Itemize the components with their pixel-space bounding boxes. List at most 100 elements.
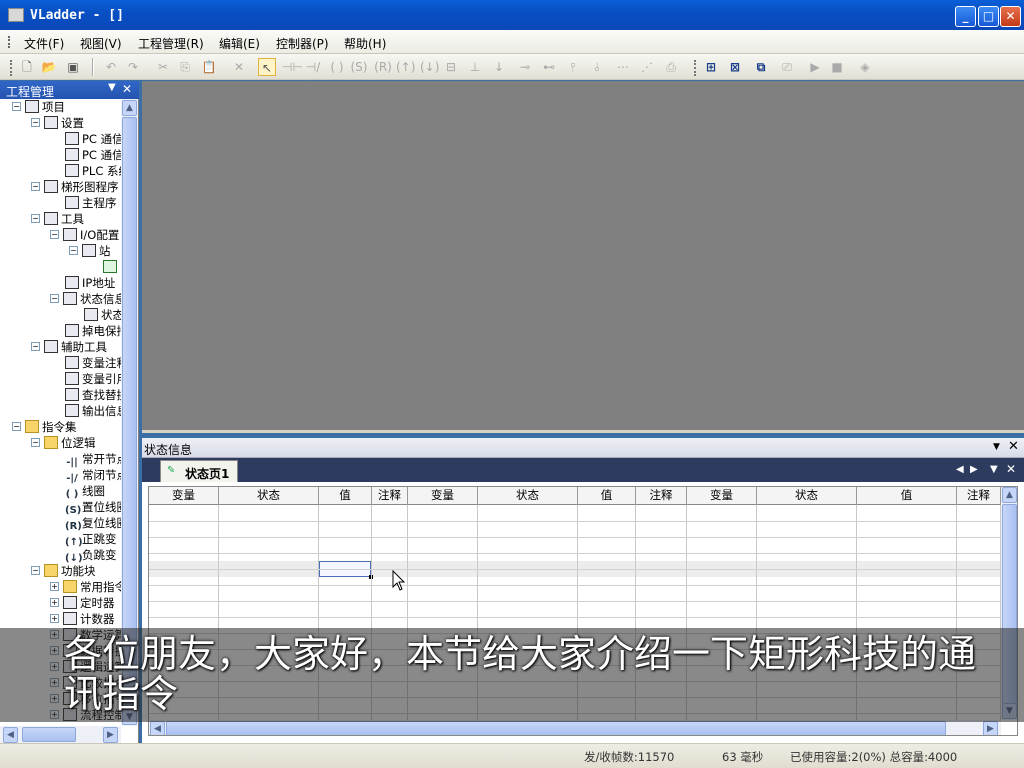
close-icon[interactable]: ✕ bbox=[122, 82, 132, 96]
column-header[interactable]: 值 bbox=[857, 487, 957, 505]
scroll-thumb[interactable] bbox=[22, 727, 76, 742]
copy-icon[interactable]: ⎘ bbox=[176, 58, 194, 76]
vline-icon[interactable]: ↓ bbox=[490, 58, 508, 76]
column-header[interactable]: 状态 bbox=[757, 487, 857, 505]
tab-next-icon[interactable]: ▶ bbox=[970, 464, 978, 475]
cut-icon[interactable]: ✂ bbox=[154, 58, 172, 76]
delete-column-icon[interactable]: ⋰ bbox=[638, 58, 656, 76]
diagnose-icon[interactable]: ◈ bbox=[856, 58, 874, 76]
collapse-icon[interactable]: − bbox=[31, 214, 40, 223]
column-header[interactable]: 变量 bbox=[687, 487, 757, 505]
collapse-icon[interactable]: − bbox=[50, 230, 59, 239]
tree-item[interactable]: -|/常闭节点 bbox=[50, 467, 121, 484]
insert-column-icon[interactable]: ⫰ bbox=[588, 58, 606, 76]
tree-item[interactable]: − 设置 bbox=[31, 115, 84, 131]
column-header[interactable]: 变量 bbox=[149, 487, 219, 505]
tree-item[interactable]: 主程序 bbox=[50, 195, 117, 211]
pin-icon[interactable]: ▼ bbox=[108, 82, 116, 93]
reset-coil-icon[interactable]: (R) bbox=[374, 58, 392, 76]
tree-item[interactable]: 掉电保持 bbox=[50, 323, 121, 339]
tree-item[interactable]: − 项目 bbox=[12, 99, 65, 115]
stop-icon[interactable]: ■ bbox=[828, 58, 846, 76]
tree-item[interactable]: − I/O配置 bbox=[50, 227, 119, 243]
tree-item[interactable] bbox=[88, 259, 120, 275]
scroll-up-icon[interactable]: ▲ bbox=[1002, 487, 1017, 503]
save-all-icon[interactable]: ▣ bbox=[64, 58, 82, 76]
tree-item[interactable]: 查找替换 bbox=[50, 387, 121, 403]
column-header[interactable]: 值 bbox=[319, 487, 372, 505]
scroll-up-icon[interactable]: ▲ bbox=[122, 100, 137, 116]
delete-row-icon[interactable]: ⋯ bbox=[614, 58, 632, 76]
expand-icon[interactable]: + bbox=[50, 598, 59, 607]
expand-icon[interactable]: + bbox=[50, 614, 59, 623]
tree-item[interactable]: − 功能块 bbox=[31, 563, 96, 579]
column-header[interactable]: 状态 bbox=[219, 487, 319, 505]
online-monitor-icon[interactable]: ⧉ bbox=[752, 58, 770, 76]
tree-item[interactable]: − 站 bbox=[69, 243, 111, 259]
delete-icon[interactable]: ✕ bbox=[230, 58, 248, 76]
tab-prev-icon[interactable]: ◀ bbox=[956, 464, 964, 475]
status-grid-hscroll[interactable]: ◀ ▶ bbox=[149, 720, 1001, 735]
set-coil-icon[interactable]: (S) bbox=[350, 58, 368, 76]
scroll-thumb[interactable] bbox=[122, 117, 137, 707]
tab-menu-icon[interactable]: ▼ bbox=[990, 464, 998, 475]
tree-item[interactable]: − 工具 bbox=[31, 211, 84, 227]
function-block-icon[interactable]: ⊟ bbox=[442, 58, 460, 76]
editor-workspace[interactable] bbox=[142, 81, 1024, 433]
tree-item[interactable]: ( ) 线圈 bbox=[50, 483, 105, 500]
menu-project[interactable]: 工程管理(R) bbox=[138, 35, 204, 52]
collapse-icon[interactable]: − bbox=[31, 342, 40, 351]
column-header[interactable]: 注释 bbox=[957, 487, 1001, 505]
new-file-icon[interactable]: 🗋 bbox=[18, 58, 36, 76]
no-contact-icon[interactable]: ⊣⊢ bbox=[282, 58, 303, 76]
coil-icon[interactable]: ( ) bbox=[328, 58, 346, 76]
menu-help[interactable]: 帮助(H) bbox=[344, 35, 386, 52]
menu-controller[interactable]: 控制器(P) bbox=[276, 35, 329, 52]
select-pointer-icon[interactable]: ↖ bbox=[258, 58, 276, 76]
collapse-icon[interactable]: − bbox=[31, 118, 40, 127]
redo-icon[interactable]: ↷ bbox=[124, 58, 142, 76]
column-header[interactable]: 状态 bbox=[478, 487, 578, 505]
tree-item[interactable]: + 计数器 bbox=[50, 611, 115, 627]
tree-item[interactable]: (R)复位线圈 bbox=[50, 515, 121, 532]
branch-icon[interactable]: ⊸ bbox=[516, 58, 534, 76]
close-button[interactable]: ✕ bbox=[1000, 6, 1021, 27]
print-icon[interactable]: ⎙ bbox=[662, 58, 680, 76]
tree-item[interactable]: (↑)正跳变 bbox=[50, 531, 117, 548]
pos-edge-icon[interactable]: (↑) bbox=[396, 58, 415, 76]
collapse-icon[interactable]: − bbox=[31, 438, 40, 447]
undo-icon[interactable]: ↶ bbox=[102, 58, 120, 76]
insert-row-icon[interactable]: ⫯ bbox=[564, 58, 582, 76]
branch-close-icon[interactable]: ⊷ bbox=[540, 58, 558, 76]
download-icon[interactable]: ⊠ bbox=[726, 58, 744, 76]
tree-item[interactable]: (S)置位线圈 bbox=[50, 499, 121, 516]
scroll-left-icon[interactable]: ◀ bbox=[150, 721, 165, 735]
tree-item[interactable]: 变量注释 bbox=[50, 355, 121, 371]
tree-item[interactable]: − 指令集 bbox=[12, 419, 77, 435]
project-tree-hscroll[interactable]: ◀ ▶ bbox=[0, 726, 121, 743]
tree-item[interactable]: 输出信息 bbox=[50, 403, 121, 419]
tree-item[interactable]: PC 通信 bbox=[50, 131, 121, 147]
collapse-icon[interactable]: − bbox=[12, 422, 21, 431]
neg-edge-icon[interactable]: (↓) bbox=[420, 58, 439, 76]
tree-item[interactable]: 状态页 bbox=[69, 307, 121, 323]
scroll-thumb[interactable] bbox=[166, 721, 946, 735]
tab-status-page-1[interactable]: ✎ 状态页1 bbox=[160, 460, 238, 482]
maximize-button[interactable]: □ bbox=[978, 6, 999, 27]
tree-item[interactable]: (↓)负跳变 bbox=[50, 547, 117, 564]
collapse-icon[interactable]: − bbox=[12, 102, 21, 111]
scroll-left-icon[interactable]: ◀ bbox=[3, 727, 18, 743]
expand-icon[interactable]: + bbox=[50, 582, 59, 591]
tree-item[interactable]: + 定时器 bbox=[50, 595, 115, 611]
tab-close-icon[interactable]: ✕ bbox=[1006, 462, 1016, 476]
collapse-icon[interactable]: − bbox=[31, 182, 40, 191]
tree-item[interactable]: -||常开节点 bbox=[50, 451, 121, 468]
title-bar[interactable]: VLadder - [] _ □ ✕ bbox=[0, 0, 1024, 30]
compile-icon[interactable]: ⊞ bbox=[702, 58, 720, 76]
column-header[interactable]: 值 bbox=[578, 487, 636, 505]
run-icon[interactable]: ▶ bbox=[806, 58, 824, 76]
tree-item[interactable]: + 常用指令 bbox=[50, 579, 121, 595]
column-header[interactable]: 注释 bbox=[372, 487, 408, 505]
menu-edit[interactable]: 编辑(E) bbox=[219, 35, 260, 52]
column-header[interactable]: 注释 bbox=[636, 487, 687, 505]
